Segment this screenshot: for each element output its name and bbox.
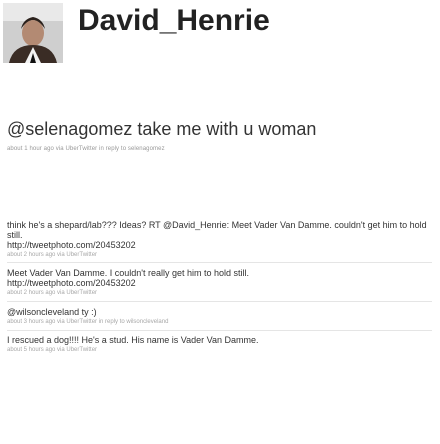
tweet-text: I rescued a dog!!!! He's a stud. His nam… <box>7 335 432 345</box>
tweet-item: @wilsoncleveland ty :) about 3 hours ago… <box>7 307 432 325</box>
tweet-body: think he's a shepard/lab??? Ideas? RT @D… <box>7 220 427 240</box>
profile-username[interactable]: David_Henrie <box>78 4 270 37</box>
featured-tweet-text: @selenagomez take me with u woman <box>7 119 317 139</box>
tweet-meta: about 5 hours ago via UberTwitter <box>7 347 98 353</box>
tweet-item: Meet Vader Van Damme. I couldn't really … <box>7 268 432 296</box>
profile-header: David_Henrie <box>3 0 437 64</box>
featured-tweet-meta: about 1 hour ago via UberTwitter in repl… <box>7 146 165 152</box>
tweet-divider <box>7 330 432 331</box>
tweet-meta: about 3 hours ago via UberTwitter in rep… <box>7 319 169 325</box>
tweet-meta: about 2 hours ago via UberTwitter <box>7 290 98 296</box>
tweet-divider <box>7 301 432 302</box>
tweet-body: I rescued a dog!!!! He's a stud. His nam… <box>7 335 259 345</box>
tweet-text: Meet Vader Van Damme. I couldn't really … <box>7 268 432 288</box>
tweet-item: I rescued a dog!!!! He's a stud. His nam… <box>7 335 432 353</box>
tweet-item: think he's a shepard/lab??? Ideas? RT @D… <box>7 220 432 258</box>
tweet-text: @wilsoncleveland ty :) <box>7 307 432 317</box>
featured-tweet: @selenagomez take me with u woman about … <box>7 120 432 152</box>
tweet-divider <box>7 262 432 263</box>
avatar[interactable] <box>3 3 63 63</box>
tweet-link[interactable]: http://tweetphoto.com/20453202 <box>7 278 136 288</box>
tweet-text: think he's a shepard/lab??? Ideas? RT @D… <box>7 220 432 250</box>
tweet-mention-text[interactable]: @wilsoncleveland ty :) <box>7 307 97 317</box>
avatar-photo <box>3 3 63 63</box>
tweet-meta: about 2 hours ago via UberTwitter <box>7 252 98 258</box>
tweet-link[interactable]: http://tweetphoto.com/20453202 <box>7 240 136 250</box>
tweet-body: Meet Vader Van Damme. I couldn't really … <box>7 268 249 278</box>
